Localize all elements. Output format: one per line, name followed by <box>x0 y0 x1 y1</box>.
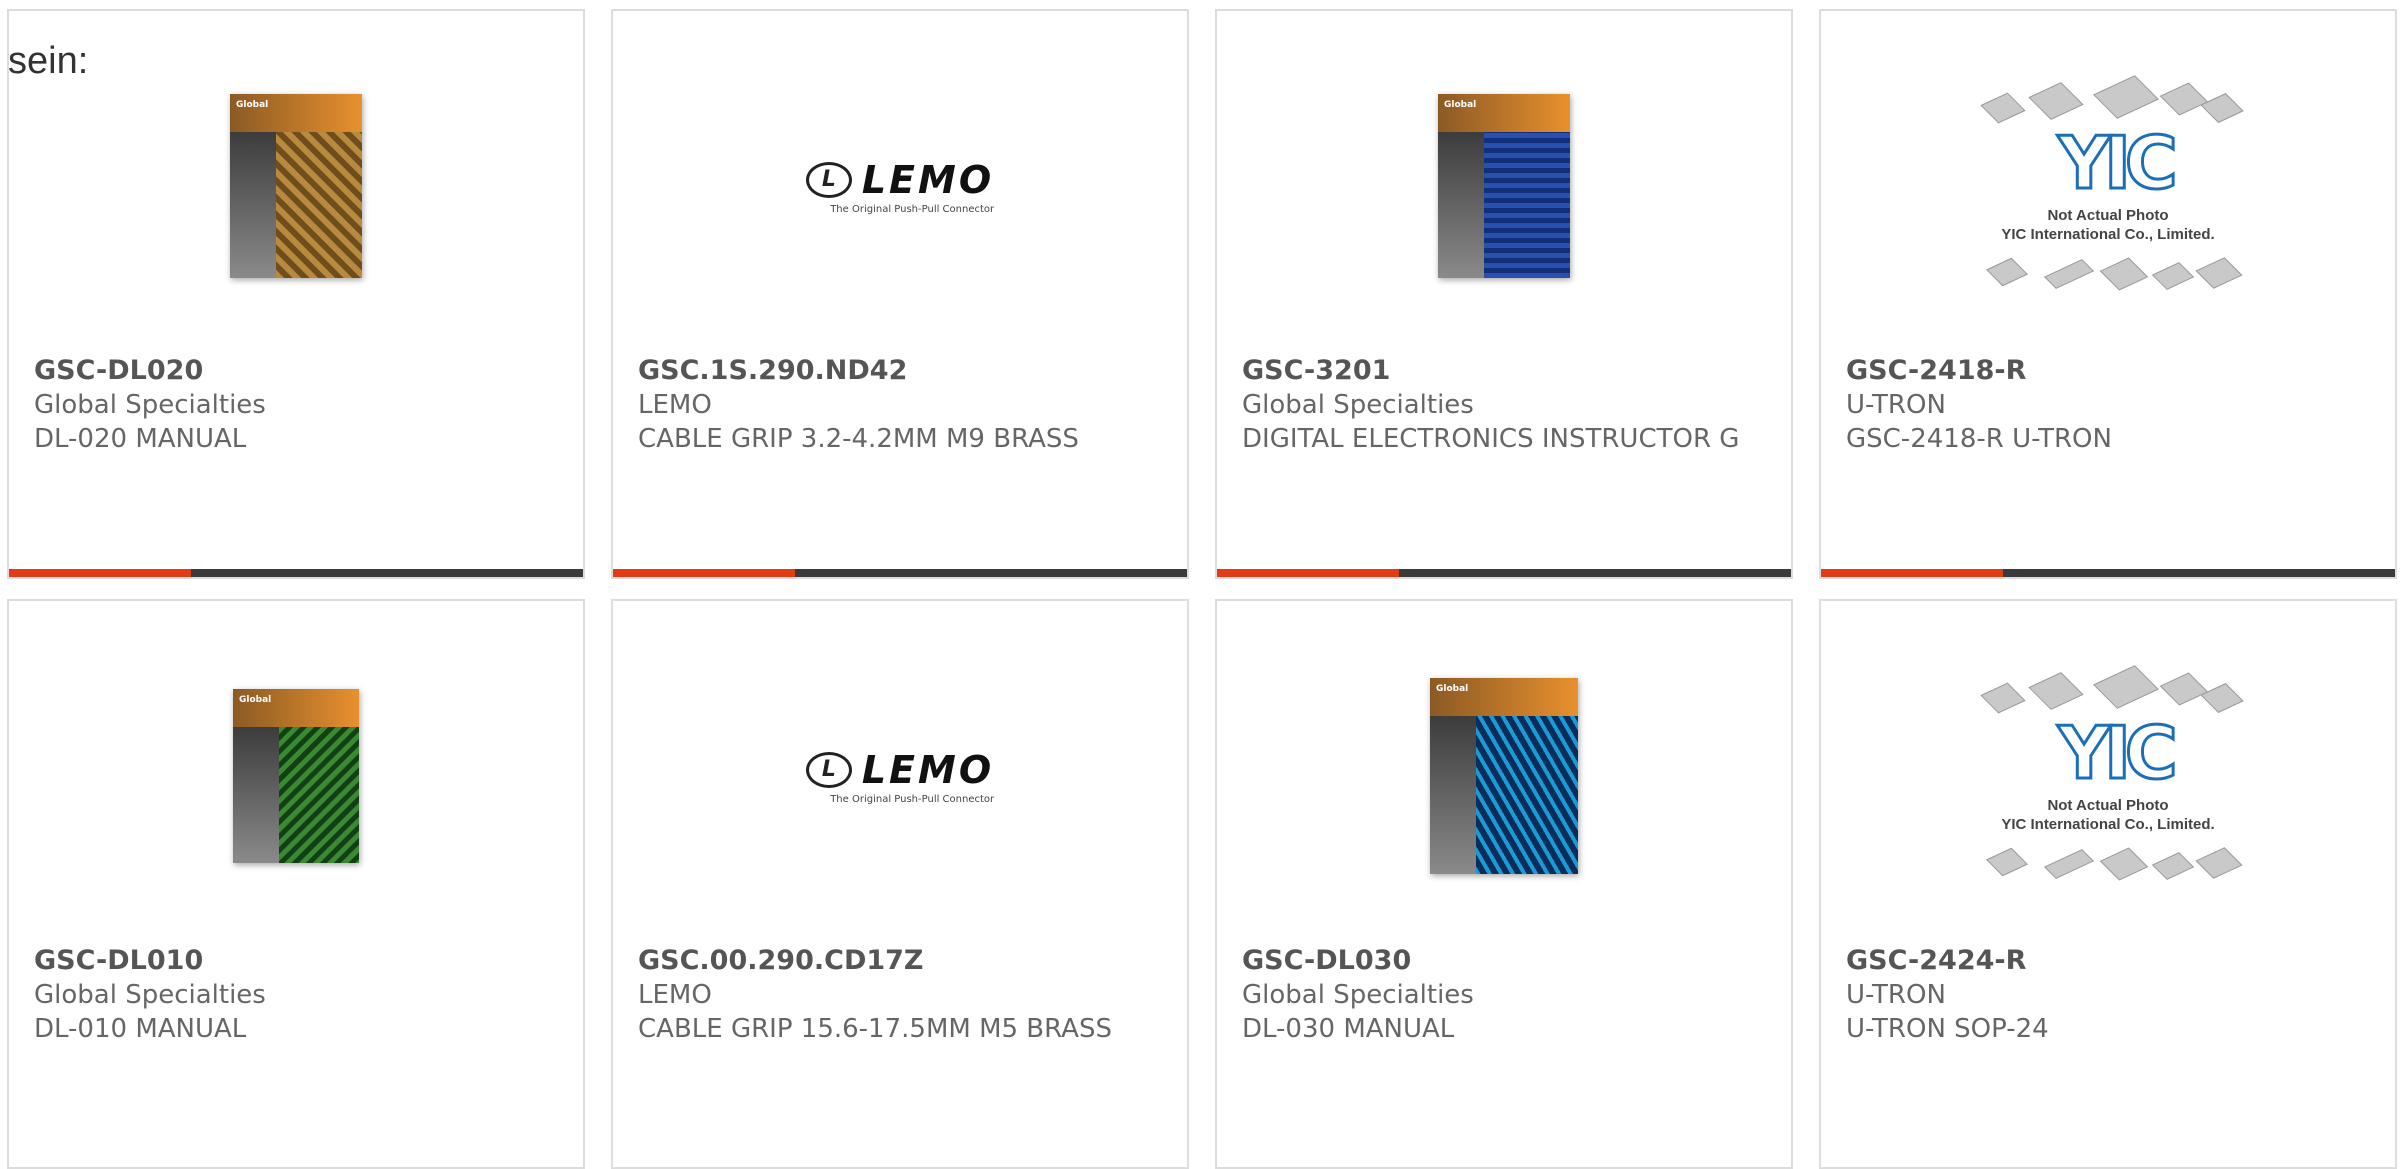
lemo-logo: L LEMO The Original Push-Pull Connector <box>805 748 994 805</box>
yic-placeholder-image: YIC Not Actual Photo YIC International C… <box>1968 656 2248 896</box>
product-description: U-TRON SOP-24 <box>1846 1014 2049 1044</box>
product-sku[interactable]: GSC.00.290.CD17Z <box>638 944 1177 978</box>
product-image: L LEMO The Original Push-Pull Connector <box>613 81 1187 291</box>
product-card[interactable]: Global GSC-DL030 Global Specialties DL-0… <box>1215 599 1793 1169</box>
product-description: DIGITAL ELECTRONICS INSTRUCTOR G <box>1242 424 1740 454</box>
product-image: Global <box>1217 671 1791 881</box>
product-card[interactable]: Global GSC-DL020 Global Specialties DL-0… <box>7 9 585 579</box>
product-image: L LEMO The Original Push-Pull Connector <box>613 671 1187 881</box>
manual-cover-image: Global <box>233 689 359 863</box>
card-accent-bar <box>1821 569 2395 577</box>
product-brand: Global Specialties <box>34 980 266 1010</box>
product-grid: Global GSC-DL020 Global Specialties DL-0… <box>0 0 2400 1169</box>
lemo-logo: L LEMO The Original Push-Pull Connector <box>805 158 994 215</box>
product-description: GSC-2418-R U-TRON <box>1846 424 2112 454</box>
product-description: CABLE GRIP 15.6-17.5MM M5 BRASS <box>638 1014 1112 1044</box>
product-brand: Global Specialties <box>1242 390 1474 420</box>
product-image: Global <box>1217 81 1791 291</box>
product-card[interactable]: Global GSC-3201 Global Specialties DIGIT… <box>1215 9 1793 579</box>
manual-cover-image: Global <box>1430 678 1578 874</box>
product-brand: U-TRON <box>1846 980 1946 1010</box>
product-sku[interactable]: GSC-2424-R <box>1846 944 2385 978</box>
product-image: Global <box>9 671 583 881</box>
page-fragment-text: sein: <box>8 40 89 82</box>
product-image: YIC Not Actual Photo YIC International C… <box>1821 75 2395 291</box>
card-accent-bar <box>9 569 583 577</box>
product-sku[interactable]: GSC-2418-R <box>1846 354 2385 388</box>
product-card[interactable]: YIC Not Actual Photo YIC International C… <box>1819 599 2397 1169</box>
yic-placeholder-image: YIC Not Actual Photo YIC International C… <box>1968 66 2248 306</box>
product-card[interactable]: Global GSC-DL010 Global Specialties DL-0… <box>7 599 585 1169</box>
product-description: DL-020 MANUAL <box>34 424 247 454</box>
product-sku[interactable]: GSC-DL010 <box>34 944 573 978</box>
card-accent-bar <box>1217 569 1791 577</box>
product-card[interactable]: YIC Not Actual Photo YIC International C… <box>1819 9 2397 579</box>
product-brand: LEMO <box>638 980 712 1010</box>
product-card[interactable]: L LEMO The Original Push-Pull Connector G… <box>611 599 1189 1169</box>
product-description: DL-030 MANUAL <box>1242 1014 1455 1044</box>
product-sku[interactable]: GSC-3201 <box>1242 354 1781 388</box>
product-sku[interactable]: GSC-DL020 <box>34 354 573 388</box>
product-brand: Global Specialties <box>1242 980 1474 1010</box>
product-sku[interactable]: GSC-DL030 <box>1242 944 1781 978</box>
product-brand: U-TRON <box>1846 390 1946 420</box>
card-accent-bar <box>613 569 1187 577</box>
manual-cover-image: Global <box>1438 94 1570 278</box>
product-brand: LEMO <box>638 390 712 420</box>
product-sku[interactable]: GSC.1S.290.ND42 <box>638 354 1177 388</box>
product-image: Global <box>9 81 583 291</box>
manual-cover-image: Global <box>230 94 362 278</box>
product-description: CABLE GRIP 3.2-4.2MM M9 BRASS <box>638 424 1079 454</box>
product-brand: Global Specialties <box>34 390 266 420</box>
product-card[interactable]: L LEMO The Original Push-Pull Connector G… <box>611 9 1189 579</box>
product-image: YIC Not Actual Photo YIC International C… <box>1821 665 2395 881</box>
product-description: DL-010 MANUAL <box>34 1014 247 1044</box>
